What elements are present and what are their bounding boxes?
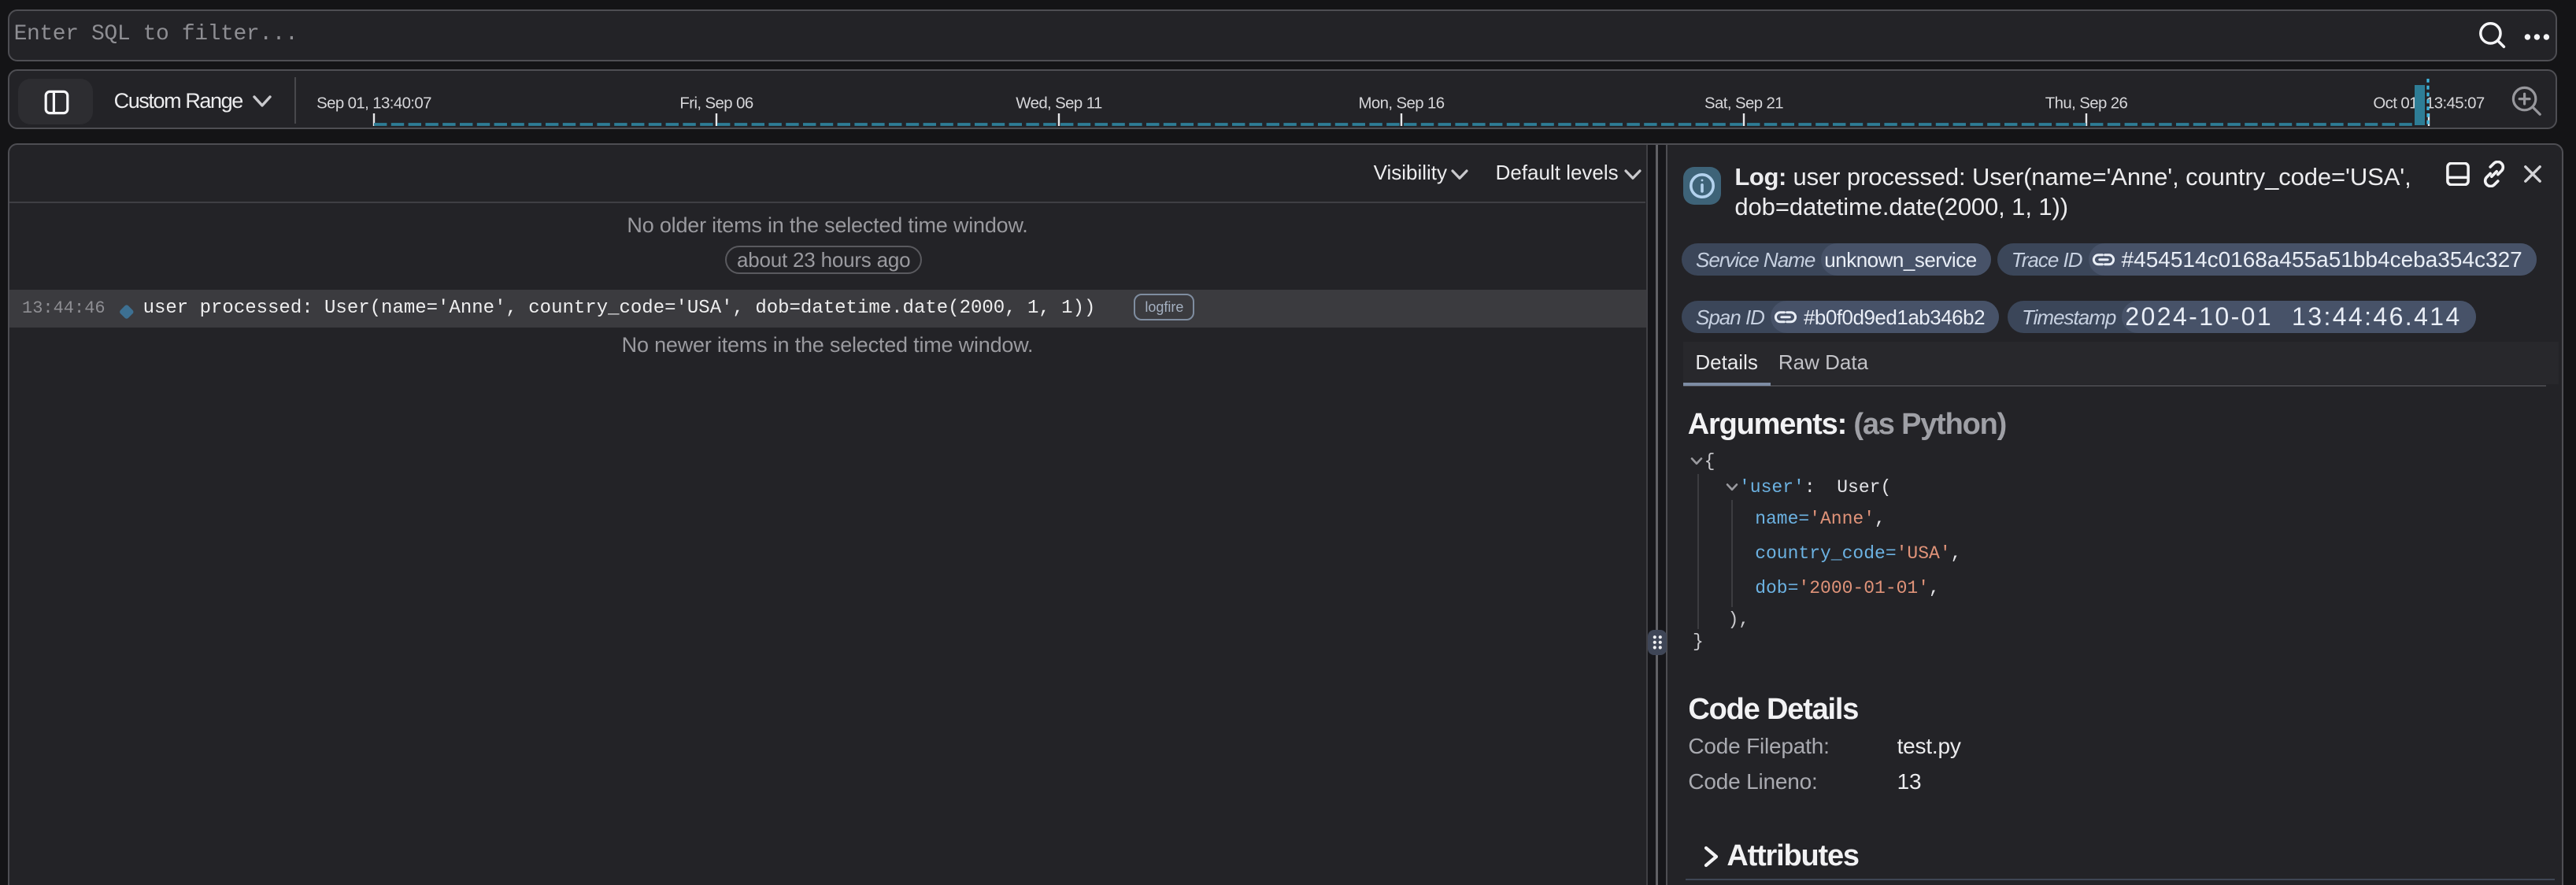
svg-text:Wed, Sep 11: Wed, Sep 11 bbox=[1016, 94, 1102, 112]
svg-text:Sat, Sep 21: Sat, Sep 21 bbox=[1704, 94, 1783, 112]
svg-text:Sep 01, 13:40:07: Sep 01, 13:40:07 bbox=[316, 94, 431, 112]
svg-text:Fri, Sep 06: Fri, Sep 06 bbox=[679, 94, 753, 112]
svg-text:Thu, Sep 26: Thu, Sep 26 bbox=[2045, 94, 2128, 112]
svg-text:Mon, Sep 16: Mon, Sep 16 bbox=[1358, 94, 1444, 112]
